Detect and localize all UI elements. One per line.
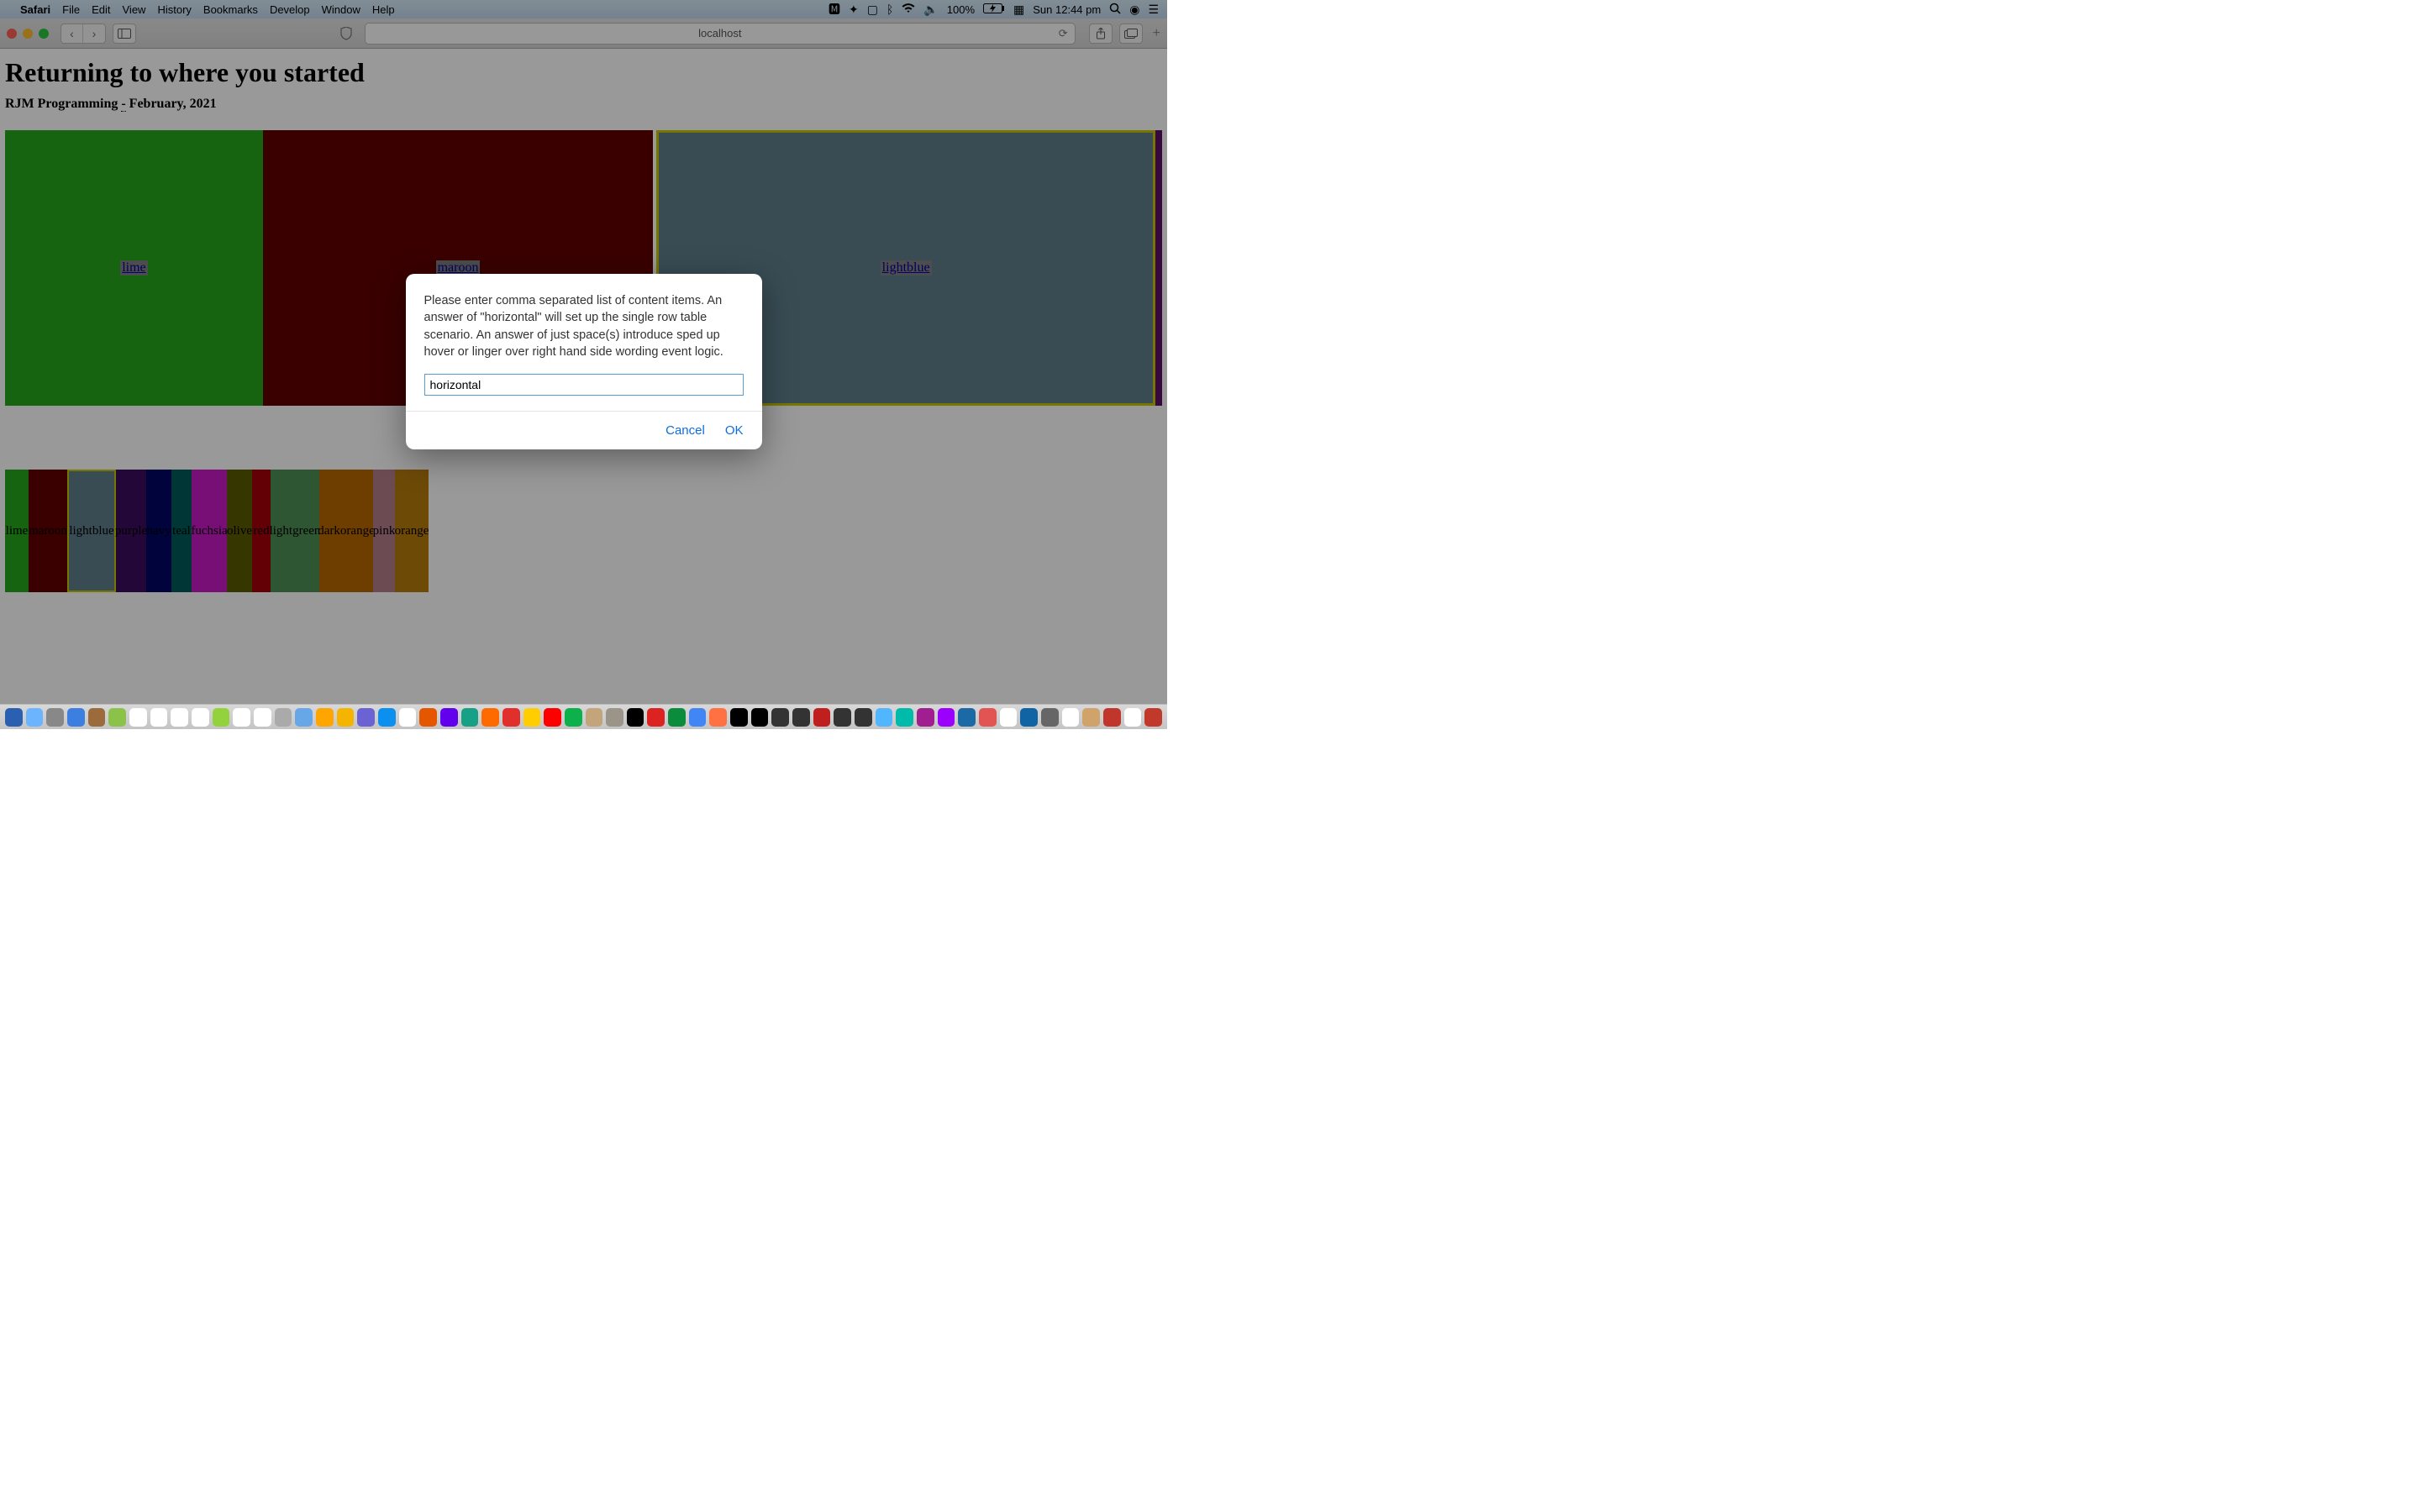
dock-app-20[interactable]	[419, 708, 437, 727]
prompt-text: Please enter comma separated list of con…	[424, 292, 744, 360]
dock-app-46[interactable]	[958, 708, 976, 727]
dock-app-4[interactable]	[88, 708, 106, 727]
dock-app-13[interactable]	[275, 708, 292, 727]
dock-app-55[interactable]	[1144, 708, 1162, 727]
dock-app-28[interactable]	[586, 708, 603, 727]
dock-app-48[interactable]	[1000, 708, 1018, 727]
macos-dock[interactable]	[0, 704, 1167, 729]
dock-app-12[interactable]	[254, 708, 271, 727]
dock-app-39[interactable]	[813, 708, 831, 727]
dock-app-10[interactable]	[213, 708, 230, 727]
dock-app-40[interactable]	[834, 708, 851, 727]
dock-app-22[interactable]	[461, 708, 479, 727]
modal-overlay: Please enter comma separated list of con…	[0, 0, 1167, 729]
dock-app-54[interactable]	[1124, 708, 1142, 727]
dock-app-30[interactable]	[627, 708, 644, 727]
dock-app-37[interactable]	[771, 708, 789, 727]
dock-app-50[interactable]	[1041, 708, 1059, 727]
dock-app-25[interactable]	[523, 708, 541, 727]
dock-app-33[interactable]	[689, 708, 707, 727]
ok-button[interactable]: OK	[725, 423, 744, 438]
dock-app-34[interactable]	[709, 708, 727, 727]
dock-app-6[interactable]	[129, 708, 147, 727]
dock-app-38[interactable]	[792, 708, 810, 727]
dock-app-21[interactable]	[440, 708, 458, 727]
dock-app-7[interactable]	[150, 708, 168, 727]
dock-app-19[interactable]	[399, 708, 417, 727]
dock-app-27[interactable]	[565, 708, 582, 727]
dock-app-16[interactable]	[337, 708, 355, 727]
dock-app-45[interactable]	[938, 708, 955, 727]
dock-app-26[interactable]	[544, 708, 561, 727]
dock-app-52[interactable]	[1082, 708, 1100, 727]
dock-app-14[interactable]	[295, 708, 313, 727]
dock-app-5[interactable]	[108, 708, 126, 727]
dock-app-24[interactable]	[502, 708, 520, 727]
dock-app-53[interactable]	[1103, 708, 1121, 727]
dock-app-44[interactable]	[917, 708, 934, 727]
dock-app-11[interactable]	[233, 708, 250, 727]
dock-app-31[interactable]	[647, 708, 665, 727]
dock-app-23[interactable]	[481, 708, 499, 727]
dock-app-1[interactable]	[26, 708, 44, 727]
cancel-button[interactable]: Cancel	[666, 423, 705, 438]
dock-app-49[interactable]	[1020, 708, 1038, 727]
dock-app-47[interactable]	[979, 708, 997, 727]
dock-app-43[interactable]	[896, 708, 913, 727]
prompt-dialog: Please enter comma separated list of con…	[406, 274, 762, 449]
dock-app-32[interactable]	[668, 708, 686, 727]
dock-app-9[interactable]	[192, 708, 209, 727]
dock-app-3[interactable]	[67, 708, 85, 727]
dock-app-35[interactable]	[730, 708, 748, 727]
dock-app-51[interactable]	[1062, 708, 1080, 727]
prompt-input[interactable]	[424, 374, 744, 396]
dock-app-36[interactable]	[751, 708, 769, 727]
dock-app-8[interactable]	[171, 708, 188, 727]
dock-app-29[interactable]	[606, 708, 623, 727]
dock-app-15[interactable]	[316, 708, 334, 727]
dock-app-41[interactable]	[855, 708, 872, 727]
dock-app-2[interactable]	[46, 708, 64, 727]
dock-app-42[interactable]	[876, 708, 893, 727]
dock-app-0[interactable]	[5, 708, 23, 727]
dock-app-18[interactable]	[378, 708, 396, 727]
dock-app-17[interactable]	[357, 708, 375, 727]
